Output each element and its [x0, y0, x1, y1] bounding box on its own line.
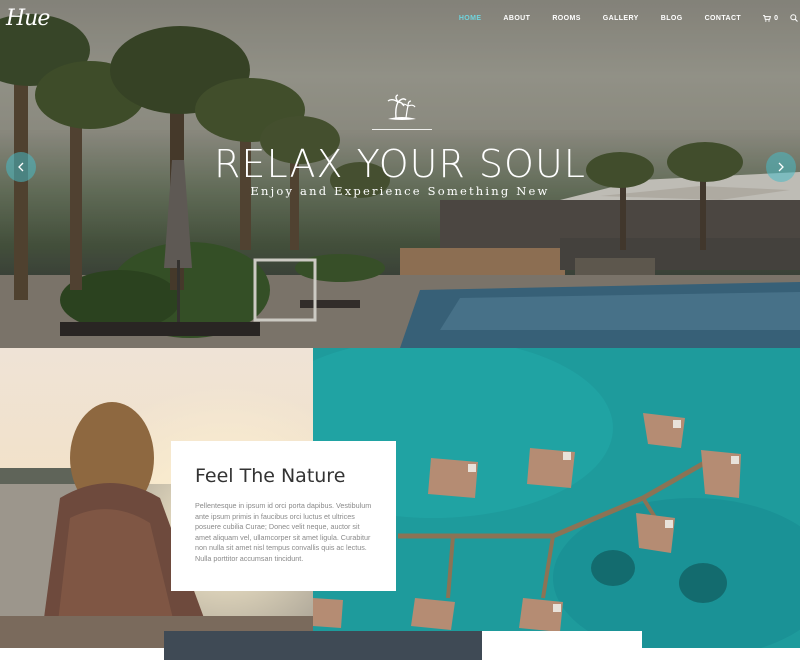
nav-about[interactable]: ABOUT — [503, 15, 530, 22]
nav-blog[interactable]: BLOG — [661, 15, 683, 22]
main-nav: HOME ABOUT ROOMS GALLERY BLOG CONTACT 0 — [459, 14, 800, 22]
chevron-right-icon — [778, 162, 784, 172]
feature-body: Pellentesque in ipsum id orci porta dapi… — [195, 501, 372, 563]
nav-gallery[interactable]: GALLERY — [603, 15, 639, 22]
next-section-card — [482, 631, 642, 660]
hero-subtitle: Enjoy and Experience Something New — [250, 184, 550, 198]
feature-card: Feel The Nature Pellentesque in ipsum id… — [171, 441, 396, 591]
palm-island-icon — [387, 94, 416, 120]
chevron-left-icon — [18, 162, 24, 172]
cart-button[interactable]: 0 — [763, 15, 778, 22]
next-section-image — [164, 631, 482, 660]
search-button[interactable] — [790, 14, 798, 22]
search-icon — [790, 14, 798, 22]
slider-prev-button[interactable] — [6, 152, 36, 182]
cart-icon — [763, 14, 772, 22]
hero-divider — [372, 129, 432, 130]
slider-next-button[interactable] — [766, 152, 796, 182]
hero-slider: Hue HOME ABOUT ROOMS GALLERY BLOG CONTAC… — [0, 0, 800, 348]
nav-contact[interactable]: CONTACT — [705, 15, 742, 22]
site-logo[interactable]: Hue — [6, 6, 50, 31]
cart-count: 0 — [774, 14, 778, 22]
nav-home[interactable]: HOME — [459, 15, 482, 22]
feature-title: Feel The Nature — [195, 465, 346, 487]
hero-title: RELAX YOUR SOUL — [214, 142, 586, 186]
nav-rooms[interactable]: ROOMS — [552, 15, 580, 22]
